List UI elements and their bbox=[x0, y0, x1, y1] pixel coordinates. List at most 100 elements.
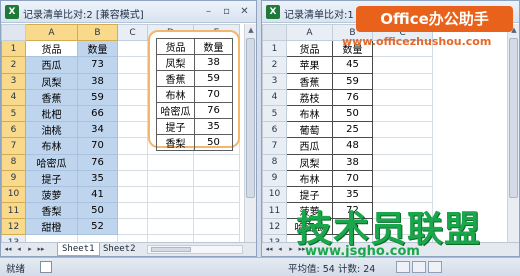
cell-empty[interactable] bbox=[147, 218, 194, 236]
column-header[interactable]: B bbox=[77, 23, 118, 42]
cell-goods[interactable]: 哈密瓜 bbox=[156, 102, 195, 119]
cell-qty[interactable]: 76 bbox=[194, 102, 233, 119]
column-header[interactable]: C bbox=[117, 23, 148, 42]
cell-empty[interactable] bbox=[372, 88, 433, 106]
cell-qty[interactable]: 50 bbox=[332, 104, 373, 123]
cell-goods[interactable]: 荔枝 bbox=[286, 88, 333, 106]
cell-goods[interactable]: 凤梨 bbox=[156, 54, 195, 71]
cell-empty[interactable] bbox=[372, 72, 433, 90]
scroll-up-icon[interactable]: ▲ bbox=[245, 24, 256, 36]
cell-goods[interactable]: 香蕉 bbox=[156, 70, 195, 87]
row-header[interactable]: 3 bbox=[262, 72, 287, 90]
row-header[interactable]: 10 bbox=[262, 185, 287, 204]
cell-empty[interactable] bbox=[193, 218, 240, 236]
next-sheet-icon[interactable]: ▸ bbox=[286, 244, 296, 255]
workbook-window-left[interactable]: X 记录清单比对:2 [兼容模式] – ▫ ✕ A B C D E 1货品数量2… bbox=[0, 0, 257, 257]
cell-qty[interactable]: 34 bbox=[77, 121, 118, 139]
prev-sheet-icon[interactable]: ◂ bbox=[14, 244, 24, 255]
column-header[interactable]: A bbox=[286, 23, 333, 42]
cell-empty[interactable] bbox=[372, 169, 433, 187]
tab-sheet1[interactable]: Sheet1 bbox=[57, 243, 100, 256]
cell-goods[interactable]: 货品 bbox=[156, 38, 195, 55]
row-header[interactable]: 9 bbox=[1, 169, 26, 187]
cell-empty[interactable] bbox=[147, 202, 194, 220]
cell-qty[interactable]: 38 bbox=[194, 54, 233, 71]
scroll-thumb[interactable] bbox=[246, 38, 255, 198]
cell-qty[interactable]: 41 bbox=[77, 185, 118, 204]
filtered-table[interactable]: 货品 数量 凤梨 38 香蕉 59 布林 70 哈密瓜 76 提子 35 香梨 50 bbox=[156, 38, 233, 151]
select-all-corner[interactable] bbox=[262, 23, 287, 42]
cell-empty[interactable] bbox=[193, 202, 240, 220]
row-header[interactable]: 8 bbox=[262, 153, 287, 171]
macro-record-icon[interactable] bbox=[40, 261, 52, 273]
row-header[interactable]: 12 bbox=[262, 218, 287, 236]
row-header[interactable]: 11 bbox=[1, 202, 26, 220]
cell-empty[interactable] bbox=[117, 104, 148, 123]
cell-qty[interactable]: 76 bbox=[77, 153, 118, 171]
cell-goods[interactable]: 香梨 bbox=[156, 134, 195, 151]
row-header[interactable]: 8 bbox=[1, 153, 26, 171]
first-sheet-icon[interactable]: ◂◂ bbox=[3, 244, 13, 255]
cell-goods[interactable]: 货品 bbox=[286, 40, 333, 58]
row-header[interactable]: 11 bbox=[262, 202, 287, 220]
cell-qty[interactable]: 70 bbox=[77, 137, 118, 155]
cell-empty[interactable] bbox=[117, 72, 148, 90]
cell-goods[interactable]: 布林 bbox=[286, 169, 333, 187]
cell-goods[interactable]: 油桃 bbox=[25, 121, 78, 139]
cell-qty[interactable]: 50 bbox=[194, 134, 233, 151]
cell-qty[interactable]: 38 bbox=[332, 153, 373, 171]
next-sheet-icon[interactable]: ▸ bbox=[25, 244, 35, 255]
cell-empty[interactable] bbox=[117, 40, 148, 58]
cell-goods[interactable]: 甜橙 bbox=[25, 218, 78, 236]
cell-qty[interactable]: 59 bbox=[332, 72, 373, 90]
cell-goods[interactable]: 香梨 bbox=[25, 202, 78, 220]
row-header[interactable]: 12 bbox=[1, 218, 26, 236]
cell-qty[interactable]: 48 bbox=[332, 137, 373, 155]
cell-goods[interactable]: 布林 bbox=[156, 86, 195, 103]
restore-button[interactable]: ▫ bbox=[218, 4, 235, 19]
cell-empty[interactable] bbox=[372, 104, 433, 123]
cell-empty[interactable] bbox=[117, 121, 148, 139]
page-layout-icon[interactable] bbox=[412, 261, 426, 273]
cell-goods[interactable]: 布林 bbox=[286, 104, 333, 123]
title-bar[interactable]: X 记录清单比对:2 [兼容模式] – ▫ ✕ bbox=[1, 1, 256, 23]
cell-empty[interactable] bbox=[193, 185, 240, 204]
cell-empty[interactable] bbox=[117, 56, 148, 74]
cell-empty[interactable] bbox=[117, 218, 148, 236]
minimize-button[interactable]: – bbox=[200, 4, 217, 19]
row-header[interactable]: 1 bbox=[262, 40, 287, 58]
row-header[interactable]: 9 bbox=[262, 169, 287, 187]
cell-goods[interactable]: 西瓜 bbox=[25, 56, 78, 74]
row-header[interactable]: 6 bbox=[262, 121, 287, 139]
cell-qty[interactable]: 数量 bbox=[194, 38, 233, 55]
cell-qty[interactable]: 45 bbox=[332, 56, 373, 74]
scroll-thumb[interactable] bbox=[509, 38, 518, 198]
cell-empty[interactable] bbox=[117, 153, 148, 171]
tab-sheet2[interactable]: Sheet2 bbox=[99, 243, 140, 256]
cell-empty[interactable] bbox=[372, 56, 433, 74]
horizontal-scroll-thumb[interactable] bbox=[151, 247, 191, 252]
horizontal-scrollbar[interactable] bbox=[147, 245, 243, 254]
cell-empty[interactable] bbox=[193, 153, 240, 171]
cell-qty[interactable]: 数量 bbox=[77, 40, 118, 58]
cell-goods[interactable]: 提子 bbox=[156, 118, 195, 135]
cell-empty[interactable] bbox=[117, 202, 148, 220]
cell-qty[interactable]: 25 bbox=[332, 121, 373, 139]
row-header[interactable]: 5 bbox=[1, 104, 26, 123]
cell-goods[interactable]: 货品 bbox=[25, 40, 78, 58]
cell-goods[interactable]: 哈密瓜 bbox=[25, 153, 78, 171]
cell-goods[interactable]: 西瓜 bbox=[286, 137, 333, 155]
cell-empty[interactable] bbox=[117, 137, 148, 155]
close-button[interactable]: ✕ bbox=[236, 4, 253, 19]
row-header[interactable]: 7 bbox=[262, 137, 287, 155]
cell-qty[interactable]: 59 bbox=[77, 88, 118, 106]
row-header[interactable]: 2 bbox=[1, 56, 26, 74]
cell-goods[interactable]: 提子 bbox=[25, 169, 78, 187]
cell-qty[interactable]: 66 bbox=[77, 104, 118, 123]
row-header[interactable]: 5 bbox=[262, 104, 287, 123]
cell-empty[interactable] bbox=[372, 137, 433, 155]
cell-qty[interactable]: 35 bbox=[77, 169, 118, 187]
row-header[interactable]: 1 bbox=[1, 40, 26, 58]
cell-qty[interactable]: 52 bbox=[77, 218, 118, 236]
cell-empty[interactable] bbox=[372, 121, 433, 139]
